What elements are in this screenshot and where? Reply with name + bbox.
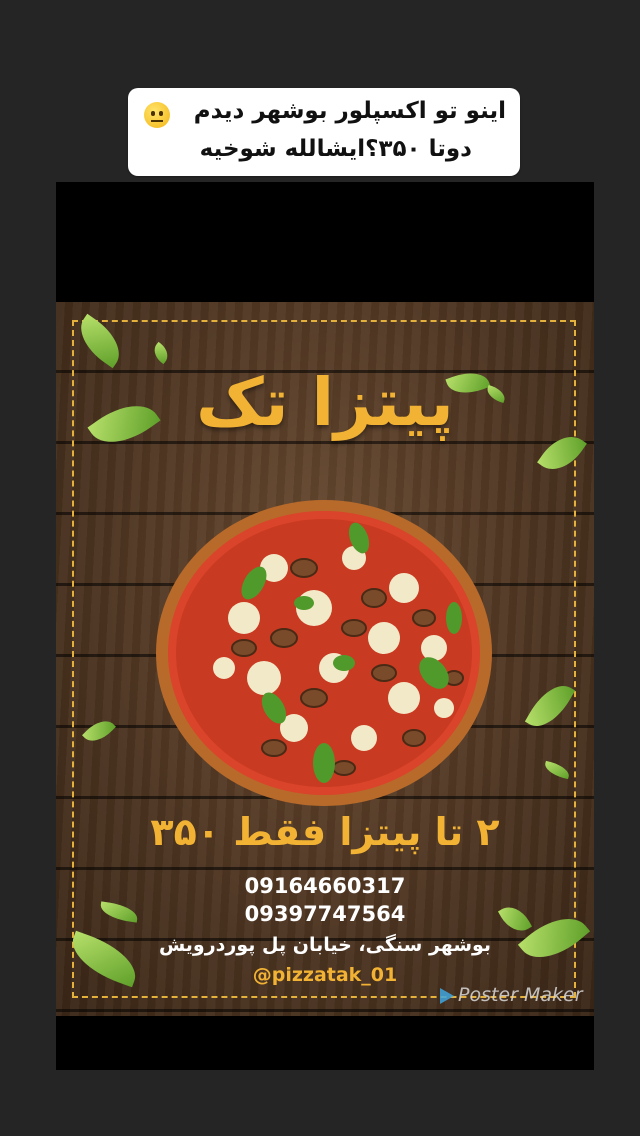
poster-title: پیتزا تک bbox=[196, 364, 454, 441]
caption-line-1: اینو تو اکسپلور بوشهر دیدم bbox=[193, 98, 506, 124]
instagram-handle: @pizzatak_01 bbox=[252, 964, 398, 986]
phone-number-1: 09164660317 bbox=[244, 874, 406, 898]
address-text: بوشهر سنگی، خیابان پل پوردرویش bbox=[158, 934, 492, 956]
offer-text: ۲ تا پیتزا فقط ۳۵۰ bbox=[150, 810, 500, 854]
story-media[interactable]: پیتزا تک ۲ تا پیتزا فقط ۳۵۰ 09164660317 … bbox=[56, 182, 594, 1070]
story-caption: اینو تو اکسپلور بوشهر دیدم دوتا ۳۵۰؟ایشا… bbox=[128, 88, 520, 176]
pizza-image bbox=[156, 500, 492, 806]
poster-maker-watermark: Poster Maker bbox=[440, 984, 583, 1006]
watermark-label: Poster Maker bbox=[458, 984, 583, 1006]
play-icon bbox=[440, 987, 454, 1004]
phone-number-2: 09397747564 bbox=[244, 902, 406, 926]
neutral-face-icon bbox=[144, 102, 170, 128]
caption-line-2: دوتا ۳۵۰؟ایشالله شوخیه bbox=[199, 136, 472, 162]
pizza-poster: پیتزا تک ۲ تا پیتزا فقط ۳۵۰ 09164660317 … bbox=[56, 302, 594, 1016]
